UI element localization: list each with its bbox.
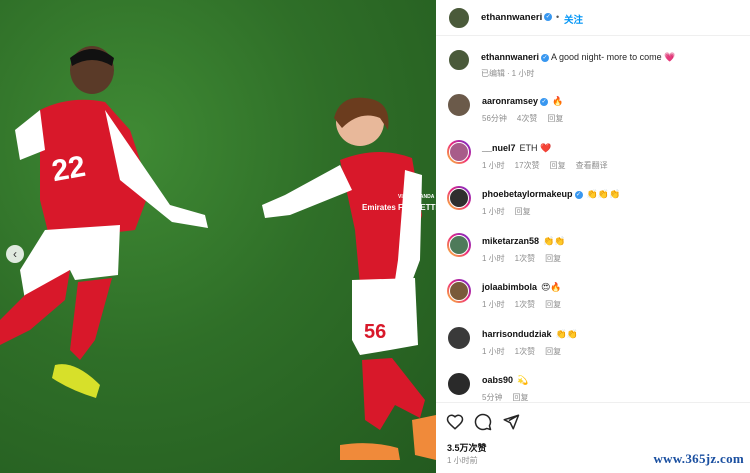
comment-text: aaronramsey ✓ 🔥 xyxy=(482,96,563,107)
avatar[interactable] xyxy=(447,326,471,350)
comment-text: miketarzan58 👏👏 xyxy=(482,236,565,247)
share-icon[interactable] xyxy=(502,413,520,431)
comment-meta: 1 小时 1次赞 回复 xyxy=(482,253,571,264)
comment-body: 😍🔥 xyxy=(541,282,562,292)
comment-time: 1 小时 xyxy=(482,161,505,170)
comment-time: 1 小时 xyxy=(482,254,505,263)
post-time: 1 小时前 xyxy=(447,456,478,465)
chevron-left-icon[interactable]: ‹ xyxy=(6,245,24,263)
comment-text: phoebetaylormakeup ✓ 👏👏👏 xyxy=(482,189,620,200)
comment-text: __nuel7 ETH ❤️ xyxy=(482,143,551,154)
verified-icon: ✓ xyxy=(541,53,550,62)
avatar[interactable] xyxy=(447,279,471,303)
comment-meta: 1 小时 1次赞 回复 xyxy=(482,346,571,357)
comment-username[interactable]: oabs90 xyxy=(482,375,513,385)
comment-meta: 1 小时 回复 xyxy=(482,206,541,217)
comment-likes[interactable]: 1次赞 xyxy=(515,254,535,263)
comment-time: 1 小时 xyxy=(482,300,505,309)
caption-text: A good night- more to come xyxy=(551,52,662,62)
comment-time: 1 小时 xyxy=(482,207,505,216)
caption-username[interactable]: ethannwaneri xyxy=(481,52,539,62)
reply-button[interactable]: 回复 xyxy=(545,300,561,309)
comment-username[interactable]: aaronramsey xyxy=(482,96,538,106)
reply-button[interactable]: 回复 xyxy=(512,393,528,402)
players-illustration: 22 Emirates FLY BETTER VISIT RWANDA 56 xyxy=(0,46,436,460)
header-username[interactable]: ethannwaneri ✓ xyxy=(481,12,553,23)
caption: ethannwaneri ✓ A good night- more to come… xyxy=(481,52,675,63)
right-player: Emirates FLY BETTER VISIT RWANDA 56 xyxy=(262,97,436,460)
comment-time: 1 小时 xyxy=(482,347,505,356)
reply-button[interactable]: 回复 xyxy=(545,347,561,356)
follow-button[interactable]: 关注 xyxy=(564,12,583,26)
comment-meta: 1 小时 17次赞 回复 查看翻译 xyxy=(482,160,618,171)
comment-username[interactable]: miketarzan58 xyxy=(482,236,539,246)
reply-button[interactable]: 回复 xyxy=(547,114,563,123)
right-sponsor: Emirates FLY BETTER xyxy=(362,203,436,212)
reply-button[interactable]: 回复 xyxy=(545,254,561,263)
avatar[interactable] xyxy=(447,186,471,210)
comment-username[interactable]: __nuel7 xyxy=(482,143,516,153)
avatar[interactable] xyxy=(447,233,471,257)
comment-meta: 1 小时 1次赞 回复 xyxy=(482,299,571,310)
avatar[interactable] xyxy=(447,93,471,117)
comment-body: 👏👏 xyxy=(555,329,578,339)
edited-time: 1 小时 xyxy=(511,69,535,78)
post-photo[interactable]: 22 Emirates FLY BETTER VISIT RWANDA 56 ‹ xyxy=(0,0,436,473)
comment-username[interactable]: phoebetaylormakeup xyxy=(482,189,573,199)
left-player-number: 22 xyxy=(49,150,88,188)
comment-likes[interactable]: 4次赞 xyxy=(517,114,537,123)
post-header: ethannwaneri ✓ • 关注 xyxy=(436,0,750,36)
avatar[interactable] xyxy=(447,372,471,396)
comment-body: ETH ❤️ xyxy=(519,143,552,153)
verified-icon: ✓ xyxy=(540,97,549,106)
right-sleeve-text: VISIT RWANDA xyxy=(398,194,435,200)
reply-button[interactable]: 回复 xyxy=(515,207,531,216)
comment-time: 5分钟 xyxy=(482,393,503,402)
verified-icon: ✓ xyxy=(574,190,583,199)
comment-body: 🔥 xyxy=(552,96,564,106)
left-player: 22 xyxy=(0,46,208,398)
comment-likes[interactable]: 1次赞 xyxy=(515,347,535,356)
comment-meta: 56分钟 4次赞 回复 xyxy=(482,113,573,124)
comment-text: oabs90 💫 xyxy=(482,375,528,386)
translate-button[interactable]: 查看翻译 xyxy=(576,161,608,170)
comment-text: jolaabimbola 😍🔥 xyxy=(482,282,562,293)
comment-username[interactable]: jolaabimbola xyxy=(482,282,537,292)
avatar[interactable] xyxy=(448,7,470,29)
avatar[interactable] xyxy=(448,49,470,71)
edited-label: 已编辑 xyxy=(481,69,505,78)
caption-emoji: 💗 xyxy=(664,52,676,62)
likes-count[interactable]: 3.5万次赞 xyxy=(447,441,487,454)
comment-body: 💫 xyxy=(517,375,529,385)
comment-body: 👏👏👏 xyxy=(586,189,621,199)
comment-icon[interactable] xyxy=(474,413,492,431)
comment-likes[interactable]: 17次赞 xyxy=(515,161,540,170)
verified-icon: ✓ xyxy=(544,13,553,22)
comment-username[interactable]: harrisondudziak xyxy=(482,329,552,339)
post-panel: ethannwaneri ✓ • 关注 ethannwaneri ✓ A good … xyxy=(436,0,750,473)
reply-button[interactable]: 回复 xyxy=(550,161,566,170)
comment-time: 56分钟 xyxy=(482,114,507,123)
watermark: www.365jz.com xyxy=(653,451,744,466)
separator-dot: • xyxy=(556,12,560,22)
right-player-number: 56 xyxy=(364,321,386,343)
caption-meta: 已编辑 · 1 小时 xyxy=(481,69,535,78)
comment-text: harrisondudziak 👏👏 xyxy=(482,329,578,340)
comment-likes[interactable]: 1次赞 xyxy=(515,300,535,309)
avatar[interactable] xyxy=(447,140,471,164)
comment-body: 👏👏 xyxy=(543,236,566,246)
heart-icon[interactable] xyxy=(446,413,464,431)
